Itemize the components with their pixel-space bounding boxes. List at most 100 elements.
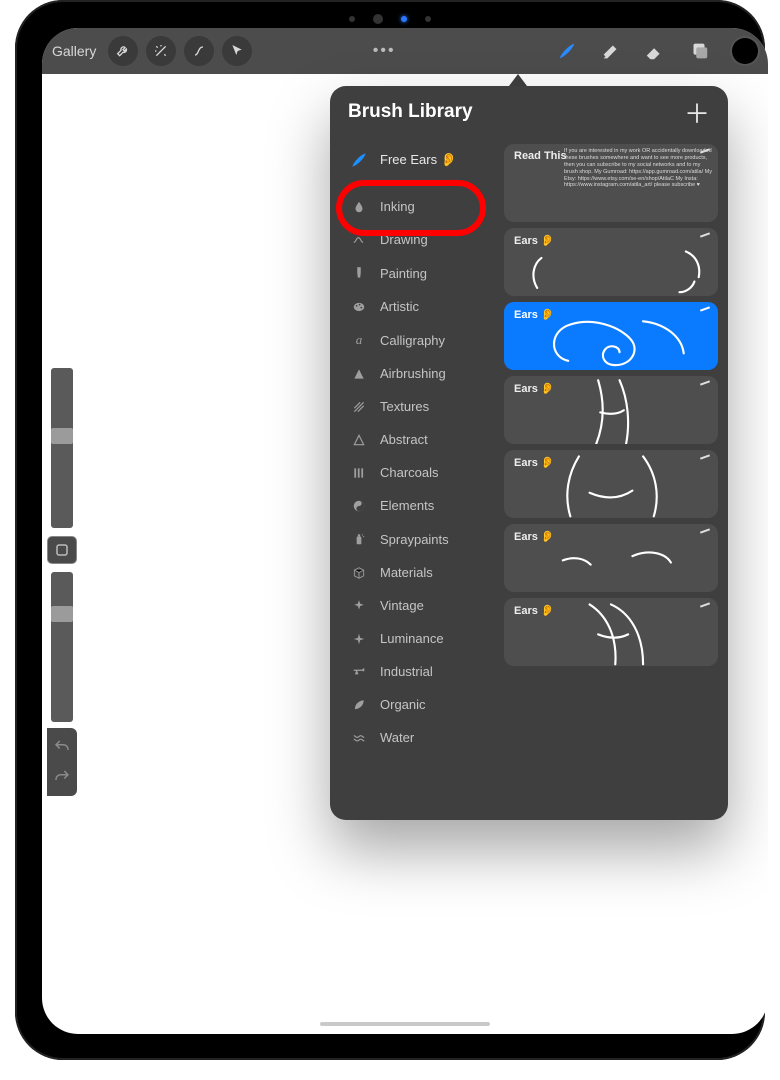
category-label: Drawing (380, 232, 428, 247)
recent-brush-icon (350, 151, 368, 169)
redo-icon (53, 768, 71, 786)
brush-card-selected[interactable]: Ears 👂 (504, 302, 718, 370)
category-label: Spraypaints (380, 532, 449, 547)
brush-library-title: Brush Library (348, 101, 473, 123)
gallery-button[interactable]: Gallery (52, 43, 96, 59)
category-painting[interactable]: Painting (330, 256, 500, 290)
category-label: Water (380, 730, 414, 745)
undo-redo-group (47, 728, 77, 796)
brush-preview (504, 228, 718, 296)
layers-icon (688, 40, 710, 62)
redo-button[interactable] (51, 766, 73, 788)
bars-icon (350, 466, 368, 480)
undo-icon (53, 738, 71, 756)
category-vintage[interactable]: Vintage (330, 589, 500, 622)
eraser-tool-button[interactable] (644, 40, 666, 62)
home-indicator (320, 1022, 490, 1026)
sensor-bar (349, 14, 431, 24)
brush-card-readthis[interactable]: Read This If you are interested in my wo… (504, 144, 718, 222)
leaf-icon (350, 698, 368, 712)
paintbrush-icon (350, 265, 368, 281)
sensor-dot (349, 16, 355, 22)
hatch-icon (350, 400, 368, 414)
undo-button[interactable] (51, 736, 73, 758)
starburst-icon (350, 599, 368, 613)
camera-dot (373, 14, 383, 24)
category-label: Organic (380, 697, 426, 712)
smudge-tool-button[interactable] (600, 40, 622, 62)
brush-category-list[interactable]: Free Ears 👂 Inking Drawing Painting (330, 138, 500, 820)
left-side-panel (42, 368, 82, 796)
sensor-led (401, 16, 407, 22)
selection-button[interactable] (184, 36, 214, 66)
cube-icon (350, 566, 368, 580)
brush-opacity-thumb[interactable] (51, 606, 73, 622)
category-textures[interactable]: Textures (330, 390, 500, 423)
brush-library-popover: Brush Library ＋ Free Ears 👂 Inking (330, 86, 728, 820)
top-toolbar: Gallery ••• (42, 28, 768, 74)
square-icon (56, 544, 68, 556)
brush-title: Read This (514, 150, 567, 162)
category-abstract[interactable]: Abstract (330, 423, 500, 456)
category-organic[interactable]: Organic (330, 688, 500, 721)
category-inking[interactable]: Inking (330, 190, 500, 223)
category-recent[interactable]: Free Ears 👂 (330, 142, 500, 178)
color-picker-button[interactable] (732, 38, 758, 64)
category-label: Painting (380, 266, 427, 281)
smudge-icon (600, 40, 622, 62)
category-label: Airbrushing (380, 366, 446, 381)
brush-card[interactable]: Ears 👂 (504, 228, 718, 296)
wrench-icon (115, 43, 131, 59)
category-label: Vintage (380, 598, 424, 613)
category-spraypaints[interactable]: Spraypaints (330, 522, 500, 556)
category-industrial[interactable]: Industrial (330, 655, 500, 688)
brush-card[interactable]: Ears 👂 (504, 450, 718, 518)
adjustments-button[interactable] (146, 36, 176, 66)
popover-caret (509, 74, 527, 86)
category-label: Materials (380, 565, 433, 580)
readthis-body: If you are interested in my work OR acci… (564, 148, 712, 218)
yinyang-icon (350, 499, 368, 513)
transform-button[interactable] (222, 36, 252, 66)
category-artistic[interactable]: Artistic (330, 290, 500, 323)
category-materials[interactable]: Materials (330, 556, 500, 589)
brush-tool-button[interactable] (556, 40, 578, 62)
category-water[interactable]: Water (330, 721, 500, 754)
category-charcoals[interactable]: Charcoals (330, 456, 500, 489)
brush-card[interactable]: Ears 👂 (504, 524, 718, 592)
wand-icon (153, 43, 169, 59)
brush-card[interactable]: Ears 👂 (504, 598, 718, 666)
brush-preview (504, 598, 718, 666)
brush-preview (504, 302, 718, 370)
category-drawing[interactable]: Drawing (330, 223, 500, 256)
waves-icon (350, 731, 368, 745)
category-airbrushing[interactable]: Airbrushing (330, 357, 500, 390)
category-label: Industrial (380, 664, 433, 679)
ipad-frame: Gallery ••• (15, 0, 765, 1060)
category-label: Calligraphy (380, 333, 445, 348)
sensor-dot (425, 16, 431, 22)
brush-size-thumb[interactable] (51, 428, 73, 444)
actions-button[interactable] (108, 36, 138, 66)
modify-menu-button[interactable]: ••• (373, 42, 396, 60)
brush-library-header: Brush Library ＋ (330, 86, 728, 138)
triangle-icon (350, 367, 368, 381)
brush-size-slider[interactable] (51, 368, 73, 528)
new-brush-button[interactable]: ＋ (684, 94, 710, 131)
category-label: Abstract (380, 432, 428, 447)
category-luminance[interactable]: Luminance (330, 622, 500, 655)
brush-preview (504, 376, 718, 444)
category-label: Free Ears 👂 (380, 152, 457, 168)
brush-opacity-slider[interactable] (51, 572, 73, 722)
triangle-outline-icon (350, 433, 368, 447)
right-tool-icons (556, 38, 758, 64)
category-calligraphy[interactable]: a Calligraphy (330, 323, 500, 357)
brush-icon (556, 40, 578, 62)
category-elements[interactable]: Elements (330, 489, 500, 522)
category-label: Artistic (380, 299, 419, 314)
brush-card[interactable]: Ears 👂 (504, 376, 718, 444)
palette-icon (350, 300, 368, 314)
layers-button[interactable] (688, 40, 710, 62)
modify-square-button[interactable] (47, 536, 77, 564)
brush-list[interactable]: Read This If you are interested in my wo… (500, 138, 728, 820)
